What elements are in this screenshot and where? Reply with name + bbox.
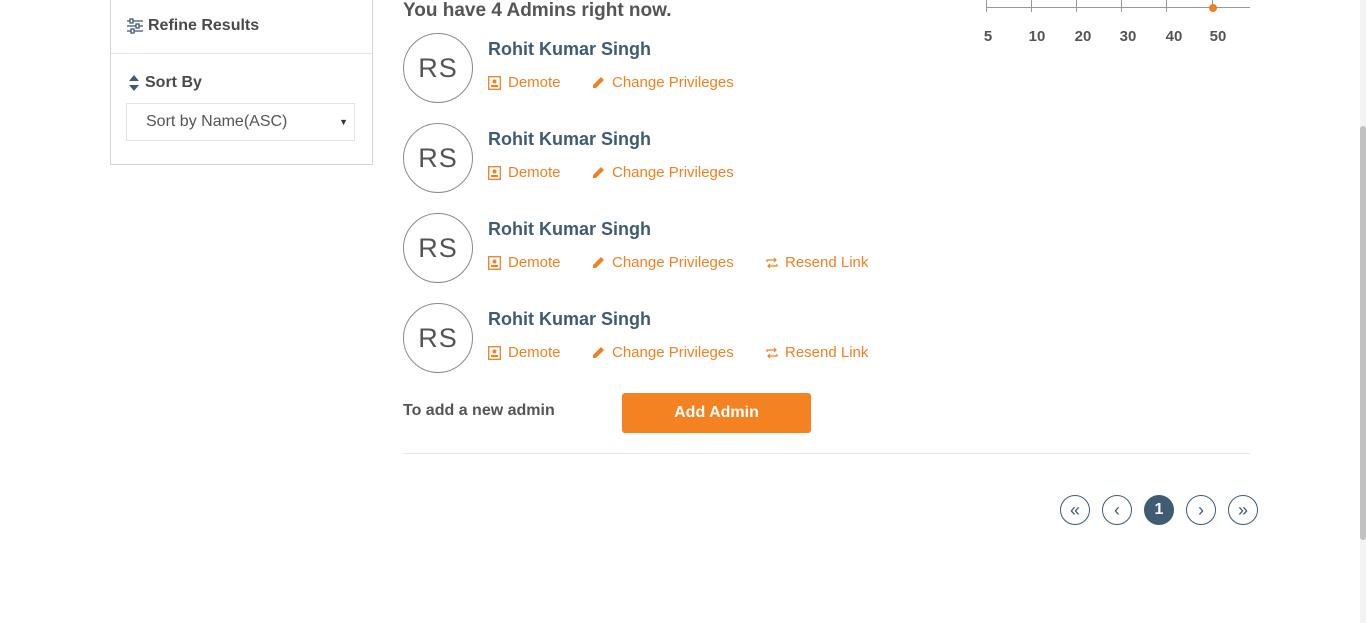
admin-actions: Demote Change Privileges Resend Link <box>488 344 868 361</box>
demote-label: Demote <box>508 344 561 361</box>
pencil-icon <box>592 346 605 359</box>
change-privileges-label: Change Privileges <box>612 254 734 271</box>
contact-card-icon <box>488 255 501 270</box>
demote-label: Demote <box>508 254 561 271</box>
add-admin-label: To add a new admin <box>403 402 555 419</box>
slider-label[interactable]: 10 <box>1029 28 1046 45</box>
slider-tick <box>1031 0 1032 12</box>
refine-results-header: Refine Results <box>111 0 372 54</box>
admin-row: RS Rohit Kumar Singh Demote Change Privi… <box>403 213 1003 285</box>
page-size-slider[interactable]: 5 10 20 30 40 50 <box>984 0 1250 50</box>
add-admin-button[interactable]: Add Admin <box>622 393 811 433</box>
slider-tick <box>986 0 987 12</box>
admin-name[interactable]: Rohit Kumar Singh <box>488 39 651 60</box>
refine-sidebar: Refine Results Sort By Sort by Name(ASC)… <box>110 0 373 165</box>
pencil-icon <box>592 166 605 179</box>
vertical-scrollbar[interactable] <box>1360 0 1366 623</box>
change-privileges-button[interactable]: Change Privileges <box>592 254 766 271</box>
admin-actions: Demote Change Privileges Resend Link <box>488 254 868 271</box>
avatar: RS <box>403 123 473 193</box>
change-privileges-button[interactable]: Change Privileges <box>592 344 766 361</box>
slider-tick <box>1166 0 1167 12</box>
demote-button[interactable]: Demote <box>488 254 592 271</box>
contact-card-icon <box>488 75 501 90</box>
change-privileges-label: Change Privileges <box>612 164 734 181</box>
slider-label[interactable]: 40 <box>1166 28 1183 45</box>
resend-arrows-icon <box>766 257 778 269</box>
admin-row: RS Rohit Kumar Singh Demote Change Privi… <box>403 123 1003 195</box>
contact-card-icon <box>488 345 501 360</box>
admin-row: RS Rohit Kumar Singh Demote Change Privi… <box>403 303 1003 375</box>
filter-sliders-icon <box>126 18 144 34</box>
resend-arrows-icon <box>766 347 778 359</box>
admin-name[interactable]: Rohit Kumar Singh <box>488 309 651 330</box>
slider-handle[interactable] <box>1209 4 1217 12</box>
sort-arrows-icon <box>129 75 139 91</box>
first-page-button[interactable]: « <box>1060 495 1090 525</box>
admin-row: RS Rohit Kumar Singh Demote Change Privi… <box>403 33 1003 105</box>
resend-link-button[interactable]: Resend Link <box>766 254 868 271</box>
current-page-button[interactable]: 1 <box>1144 495 1174 525</box>
sort-select[interactable]: Sort by Name(ASC) ▼ <box>126 103 355 141</box>
resend-link-label: Resend Link <box>785 344 869 361</box>
change-privileges-label: Change Privileges <box>612 344 734 361</box>
avatar: RS <box>403 213 473 283</box>
avatar: RS <box>403 33 473 103</box>
slider-tick <box>1121 0 1122 12</box>
demote-button[interactable]: Demote <box>488 74 592 91</box>
admin-actions: Demote Change Privileges <box>488 74 766 91</box>
change-privileges-button[interactable]: Change Privileges <box>592 74 766 91</box>
contact-card-icon <box>488 165 501 180</box>
pagination: « ‹ 1 › » <box>1060 495 1258 525</box>
avatar: RS <box>403 303 473 373</box>
admin-name[interactable]: Rohit Kumar Singh <box>488 219 651 240</box>
admin-actions: Demote Change Privileges <box>488 164 766 181</box>
change-privileges-button[interactable]: Change Privileges <box>592 164 766 181</box>
demote-label: Demote <box>508 164 561 181</box>
resend-link-label: Resend Link <box>785 254 869 271</box>
admin-name[interactable]: Rohit Kumar Singh <box>488 129 651 150</box>
pencil-icon <box>592 76 605 89</box>
slider-label[interactable]: 20 <box>1075 28 1092 45</box>
page: Refine Results Sort By Sort by Name(ASC)… <box>0 0 1366 623</box>
divider <box>403 453 1250 454</box>
sort-by-text: Sort By <box>145 74 202 91</box>
change-privileges-label: Change Privileges <box>612 74 734 91</box>
chevron-down-icon: ▼ <box>339 117 348 127</box>
refine-results-title: Refine Results <box>148 17 260 34</box>
slider-tick <box>1076 0 1077 12</box>
next-page-button[interactable]: › <box>1186 495 1216 525</box>
pencil-icon <box>592 256 605 269</box>
sort-by-label: Sort By <box>129 74 202 92</box>
prev-page-button[interactable]: ‹ <box>1102 495 1132 525</box>
resend-link-button[interactable]: Resend Link <box>766 344 868 361</box>
admins-count-heading: You have 4 Admins right now. <box>403 0 672 21</box>
sort-select-value: Sort by Name(ASC) <box>146 113 288 130</box>
last-page-button[interactable]: » <box>1228 495 1258 525</box>
demote-label: Demote <box>508 74 561 91</box>
scrollbar-thumb[interactable] <box>1360 126 1366 540</box>
demote-button[interactable]: Demote <box>488 344 592 361</box>
demote-button[interactable]: Demote <box>488 164 592 181</box>
slider-label[interactable]: 50 <box>1210 28 1227 45</box>
slider-label[interactable]: 30 <box>1120 28 1137 45</box>
